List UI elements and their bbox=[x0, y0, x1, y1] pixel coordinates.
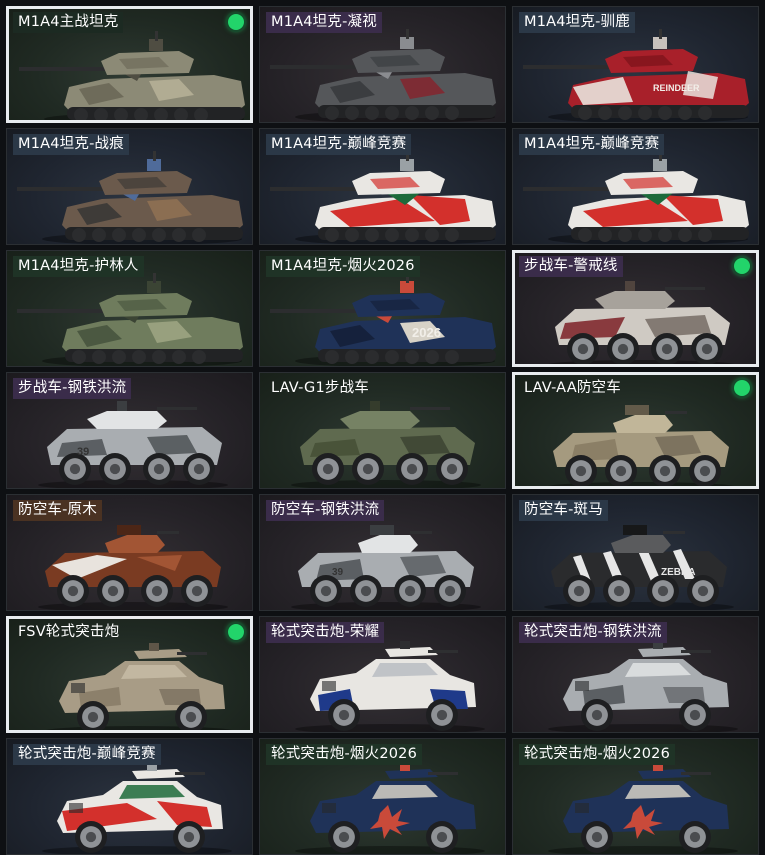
equipped-indicator-icon bbox=[228, 624, 244, 640]
vehicle-skin-name: 轮式突击炮-巅峰竞赛 bbox=[13, 744, 161, 765]
vehicle-skin-card[interactable]: M1A4坦克-护林人 bbox=[6, 250, 253, 367]
vehicle-skin-card[interactable]: M1A4坦克-战痕 bbox=[6, 128, 253, 245]
equipped-indicator-icon bbox=[734, 258, 750, 274]
vehicle-skin-name: 防空车-钢铁洪流 bbox=[266, 500, 385, 521]
vehicle-skin-name: LAV-G1步战车 bbox=[271, 380, 369, 396]
vehicle-skin-name: M1A4坦克-护林人 bbox=[13, 256, 144, 277]
svg-text:39: 39 bbox=[77, 446, 89, 458]
svg-text:39: 39 bbox=[332, 567, 344, 578]
equipped-indicator-icon bbox=[228, 14, 244, 30]
vehicle-skin-name: M1A4坦克-烟火2026 bbox=[266, 256, 420, 277]
vehicle-skin-name: 轮式突击炮-荣耀 bbox=[266, 622, 385, 643]
vehicle-skin-name: M1A4坦克-巅峰竞赛 bbox=[266, 134, 412, 155]
svg-text:ZEBRA: ZEBRA bbox=[661, 567, 695, 578]
vehicle-skin-card[interactable]: LAV-G1步战车 bbox=[259, 372, 506, 489]
vehicle-skin-card[interactable]: REINDEER M1A4坦克-驯鹿 bbox=[512, 6, 759, 123]
vehicle-skin-name: M1A4主战坦克 bbox=[13, 12, 124, 33]
vehicle-skin-name: M1A4坦克-凝视 bbox=[266, 12, 382, 33]
vehicle-skin-card[interactable]: ZEBRA 防空车-斑马 bbox=[512, 494, 759, 611]
svg-text:REINDEER: REINDEER bbox=[653, 83, 700, 93]
equipped-indicator-icon bbox=[734, 380, 750, 396]
vehicle-skin-card[interactable]: 轮式突击炮-钢铁洪流 bbox=[512, 616, 759, 733]
vehicle-skin-card[interactable]: 轮式突击炮-荣耀 bbox=[259, 616, 506, 733]
vehicle-skin-name: 防空车-斑马 bbox=[519, 500, 608, 521]
vehicle-skin-name: M1A4坦克-驯鹿 bbox=[519, 12, 635, 33]
vehicle-skin-name: M1A4坦克-巅峰竞赛 bbox=[519, 134, 665, 155]
vehicle-skin-card[interactable]: 2026 M1A4坦克-烟火2026 bbox=[259, 250, 506, 367]
vehicle-skin-name: 步战车-警戒线 bbox=[519, 256, 623, 277]
vehicle-skin-card[interactable]: 轮式突击炮-烟火2026 bbox=[512, 738, 759, 855]
vehicle-skin-name: 步战车-钢铁洪流 bbox=[13, 378, 132, 399]
vehicle-skin-grid: M1A4主战坦克 M1A4坦克-凝视 REINDEER M1A4坦克-驯鹿 M1… bbox=[0, 0, 765, 855]
vehicle-skin-card[interactable]: 轮式突击炮-巅峰竞赛 bbox=[6, 738, 253, 855]
vehicle-skin-card[interactable]: M1A4坦克-巅峰竞赛 bbox=[259, 128, 506, 245]
vehicle-skin-name: 防空车-原木 bbox=[13, 500, 102, 521]
vehicle-skin-name: FSV轮式突击炮 bbox=[18, 624, 120, 640]
vehicle-skin-card[interactable]: 步战车-警戒线 bbox=[512, 250, 759, 367]
vehicle-skin-name: 轮式突击炮-烟火2026 bbox=[266, 744, 423, 765]
vehicle-skin-card[interactable]: M1A4主战坦克 bbox=[6, 6, 253, 123]
vehicle-skin-card[interactable]: 39 步战车-钢铁洪流 bbox=[6, 372, 253, 489]
vehicle-skin-card[interactable]: M1A4坦克-巅峰竞赛 bbox=[512, 128, 759, 245]
vehicle-skin-card[interactable]: 轮式突击炮-烟火2026 bbox=[259, 738, 506, 855]
vehicle-skin-name: 轮式突击炮-钢铁洪流 bbox=[519, 622, 667, 643]
vehicle-skin-name: M1A4坦克-战痕 bbox=[13, 134, 129, 155]
vehicle-skin-card[interactable]: M1A4坦克-凝视 bbox=[259, 6, 506, 123]
vehicle-skin-name: 轮式突击炮-烟火2026 bbox=[519, 744, 676, 765]
vehicle-skin-card[interactable]: LAV-AA防空车 bbox=[512, 372, 759, 489]
svg-text:2026: 2026 bbox=[412, 325, 441, 340]
vehicle-skin-name: LAV-AA防空车 bbox=[524, 380, 621, 396]
vehicle-skin-card[interactable]: 39 防空车-钢铁洪流 bbox=[259, 494, 506, 611]
vehicle-skin-card[interactable]: FSV轮式突击炮 bbox=[6, 616, 253, 733]
vehicle-skin-card[interactable]: 防空车-原木 bbox=[6, 494, 253, 611]
